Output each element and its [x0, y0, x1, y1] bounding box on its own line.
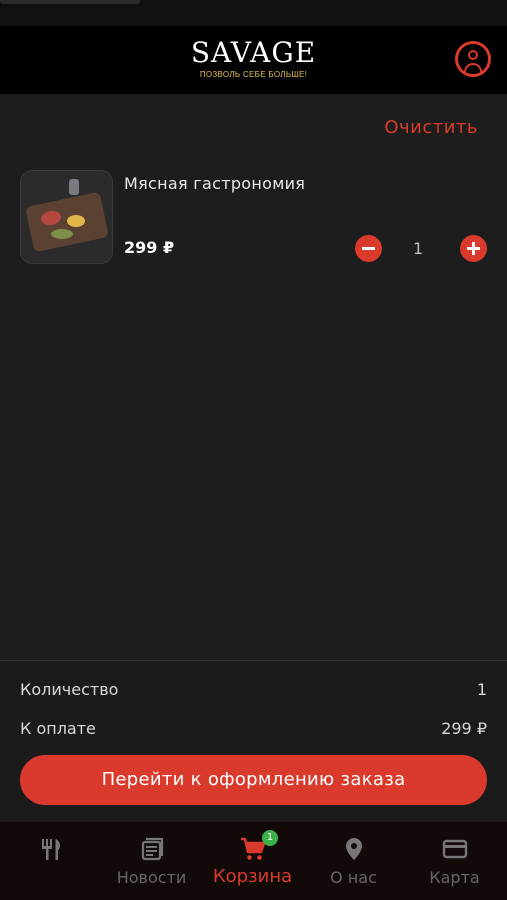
product-image[interactable] — [20, 170, 113, 264]
checkout-button[interactable]: Перейти к оформлению заказа — [20, 755, 487, 805]
tab-card[interactable]: Карта — [404, 822, 505, 900]
quantity-value: 1 — [413, 239, 424, 258]
brand-logo: SAVAGE ПОЗВОЛЬ СЕБЕ БОЛЬШЕ! — [0, 36, 507, 80]
card-icon — [442, 839, 468, 859]
fork-knife-icon — [42, 839, 61, 860]
tab-card-label: Карта — [429, 868, 480, 887]
cart-item: Мясная гастрономия 299 ₽ 1 — [20, 170, 488, 266]
quantity-total: 1 — [476, 680, 487, 699]
total-value: 299 ₽ — [441, 719, 487, 738]
tab-about[interactable]: О нас — [303, 822, 404, 900]
tab-menu[interactable] — [0, 822, 101, 900]
logo-title: SAVAGE — [190, 36, 317, 69]
order-summary: Количество 1 К оплате 299 ₽ Перейти к оф… — [0, 660, 507, 822]
minus-icon — [362, 247, 375, 250]
tab-news-label: Новости — [116, 868, 187, 887]
account-circle-icon[interactable] — [455, 41, 491, 77]
quantity-label: Количество — [20, 680, 119, 699]
app-header: SAVAGE ПОЗВОЛЬ СЕБЕ БОЛЬШЕ! — [0, 26, 507, 94]
tab-cart-label: Корзина — [212, 866, 293, 887]
logo-tagline: ПОЗВОЛЬ СЕБЕ БОЛЬШЕ! — [199, 70, 308, 79]
bottom-tab-bar: Новости Корзина О нас Карта — [0, 822, 507, 900]
tab-cart[interactable]: Корзина — [202, 822, 303, 900]
cart-count-badge: 1 — [262, 830, 278, 846]
news-icon — [141, 837, 164, 861]
clear-cart-button[interactable]: Очистить — [384, 117, 478, 138]
tab-about-label: О нас — [330, 868, 377, 887]
increase-quantity-button[interactable] — [460, 235, 487, 262]
tab-news[interactable]: Новости — [101, 822, 202, 900]
status-bar-clipped-text — [0, 0, 140, 4]
location-pin-icon — [346, 838, 362, 860]
decrease-quantity-button[interactable] — [355, 235, 382, 262]
total-label: К оплате — [20, 719, 96, 738]
product-name: Мясная гастрономия — [124, 174, 306, 193]
status-bar — [0, 0, 507, 26]
product-price: 299 ₽ — [124, 238, 175, 257]
